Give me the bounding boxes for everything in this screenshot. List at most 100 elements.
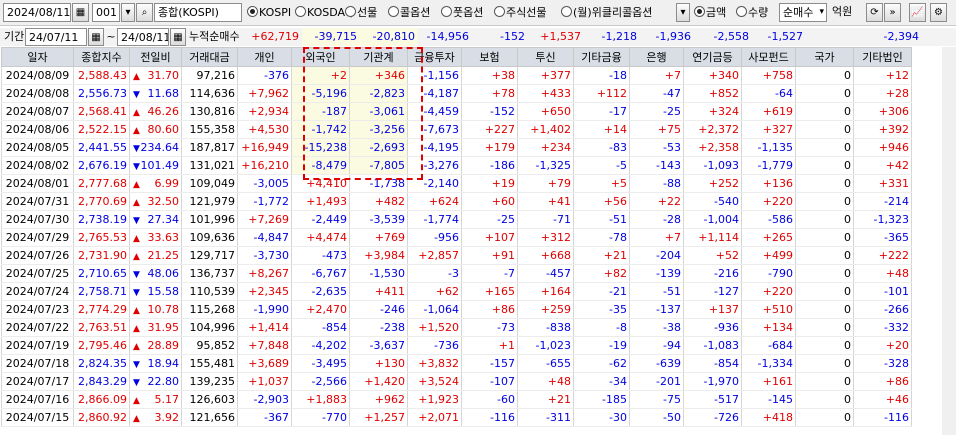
- cell-other-corp: +392: [853, 120, 912, 139]
- table-row[interactable]: 2024/07/30 2,738.19 ▼ 27.34 101,996 +7,269 -2,…: [1, 210, 912, 229]
- cell-volume: 115,268: [181, 300, 238, 319]
- cell-private-fund: +161: [741, 372, 796, 391]
- col-header-fin-invest[interactable]: 금융투자: [407, 47, 462, 67]
- table-row[interactable]: 2024/07/22 2,763.51 ▲ 31.95 104,996 +1,414 -85…: [1, 318, 912, 337]
- chevron-down-icon[interactable]: ▾: [121, 3, 135, 22]
- table-row[interactable]: 2024/07/31 2,770.69 ▲ 32.50 121,979 -1,772 +1,…: [1, 192, 912, 211]
- cell-other-corp: +20: [853, 336, 912, 355]
- col-header-index[interactable]: 종합지수: [73, 47, 130, 67]
- table-row[interactable]: 2024/08/08 2,556.73 ▼ 11.68 114,636 +7,962 -5,…: [1, 84, 912, 103]
- col-header-date[interactable]: 일자: [1, 47, 74, 67]
- cell-foreign: -5,196: [291, 84, 350, 103]
- col-header-volume[interactable]: 거래대금: [181, 47, 238, 67]
- table-row[interactable]: 2024/07/24 2,758.71 ▼ 15.58 110,539 +2,345 -2,…: [1, 282, 912, 301]
- cell-change: ▲ 3.92: [129, 408, 182, 427]
- cell-institution: -2,693: [349, 138, 408, 157]
- cell-pension: -540: [683, 192, 742, 211]
- cell-individual: -1,990: [237, 300, 292, 319]
- scrollbar[interactable]: [942, 47, 956, 435]
- table-row[interactable]: 2024/07/19 2,795.46 ▲ 28.89 95,852 +7,848 -4,2…: [1, 336, 912, 355]
- calendar-icon[interactable]: ▦: [72, 3, 89, 22]
- next-icon[interactable]: »: [884, 3, 901, 22]
- col-header-other-corp[interactable]: 기타법인: [853, 47, 912, 67]
- period-to-input[interactable]: 24/08/11: [117, 28, 169, 46]
- table-row[interactable]: 2024/07/25 2,710.65 ▼ 48.06 136,737 +8,267 -6,…: [1, 264, 912, 283]
- cell-change: ▼ 48.06: [129, 264, 182, 283]
- col-header-institution[interactable]: 기관계: [349, 47, 408, 67]
- market-radio-stock-futures[interactable]: 주식선물: [494, 5, 546, 20]
- chart-icon[interactable]: 📈: [909, 3, 926, 22]
- cell-bank: -53: [629, 138, 684, 157]
- cell-nation: 0: [795, 246, 854, 265]
- col-header-other-fin[interactable]: 기타금융: [573, 47, 630, 67]
- col-header-nation[interactable]: 국가: [795, 47, 854, 67]
- cell-bank: -143: [629, 156, 684, 175]
- cell-trust: +48: [517, 372, 574, 391]
- cell-institution: -3,061: [349, 102, 408, 121]
- cell-private-fund: -790: [741, 264, 796, 283]
- cell-insurance: +1: [461, 336, 518, 355]
- table-row[interactable]: 2024/08/06 2,522.15 ▲ 80.60 155,358 +4,530 -1,…: [1, 120, 912, 139]
- cell-bank: -137: [629, 300, 684, 319]
- cell-index: 2,774.29: [73, 300, 130, 319]
- table-row[interactable]: 2024/08/07 2,568.41 ▲ 46.26 130,816 +2,934 -18…: [1, 102, 912, 121]
- col-header-pension[interactable]: 연기금등: [683, 47, 742, 67]
- cell-insurance: -152: [461, 102, 518, 121]
- unit-radio-amount[interactable]: 금액: [694, 5, 726, 20]
- market-radio-weekly-call[interactable]: (월)위클리콜옵션: [561, 5, 652, 20]
- table-row[interactable]: 2024/08/05 2,441.55 ▼ 234.64 187,817 +16,949-…: [1, 138, 912, 157]
- cell-index: 2,556.73: [73, 84, 130, 103]
- table-row[interactable]: 2024/08/09 2,588.43 ▲ 31.70 97,216 -376 +2 +346…: [1, 66, 912, 85]
- cell-foreign: +2: [291, 66, 350, 85]
- table-row[interactable]: 2024/07/17 2,843.29 ▼ 22.80 139,235 +1,037 -2,…: [1, 372, 912, 391]
- col-header-individual[interactable]: 개인: [237, 47, 292, 67]
- search-icon[interactable]: ⌕: [136, 3, 153, 22]
- cell-index: 2,568.41: [73, 102, 130, 121]
- cell-insurance: -157: [461, 354, 518, 373]
- cell-other-corp: -365: [853, 228, 912, 247]
- calendar-icon[interactable]: ▦: [170, 28, 186, 46]
- cell-individual: -367: [237, 408, 292, 427]
- col-header-trust[interactable]: 투신: [517, 47, 574, 67]
- table-row[interactable]: 2024/07/18 2,824.35 ▼ 18.94 155,481 +3,689 -3,…: [1, 354, 912, 373]
- period-bar: 기간 24/07/11 ▦ ~ 24/08/11 ▦ 누적순매수 +62,719…: [0, 28, 956, 46]
- cell-nation: 0: [795, 156, 854, 175]
- table-row[interactable]: 2024/07/26 2,731.90 ▲ 21.25 129,717 -3,730 -47…: [1, 246, 912, 265]
- cell-trust: +668: [517, 246, 574, 265]
- chevron-down-icon[interactable]: ▾: [676, 3, 690, 22]
- table-row[interactable]: 2024/07/23 2,774.29 ▲ 10.78 115,268 -1,990 +2,…: [1, 300, 912, 319]
- calendar-icon[interactable]: ▦: [88, 28, 104, 46]
- market-radio-kospi[interactable]: KOSPI: [247, 5, 291, 20]
- settings-icon[interactable]: ⚙: [930, 3, 947, 22]
- table-row[interactable]: 2024/08/01 2,777.68 ▲ 6.99 109,049 -3,005 +4,4…: [1, 174, 912, 193]
- table-row[interactable]: 2024/08/02 2,676.19 ▼ 101.49 131,021 +16,210-…: [1, 156, 912, 175]
- refresh-icon[interactable]: ⟳: [866, 3, 883, 22]
- cell-foreign: -2,635: [291, 282, 350, 301]
- col-header-private-fund[interactable]: 사모펀드: [741, 47, 796, 67]
- col-header-insurance[interactable]: 보험: [461, 47, 518, 67]
- cell-insurance: +227: [461, 120, 518, 139]
- cell-volume: 136,737: [181, 264, 238, 283]
- table-row[interactable]: 2024/07/16 2,866.09 ▲ 5.17 126,603 -2,903 +1,8…: [1, 390, 912, 409]
- code-input[interactable]: 001: [92, 3, 120, 22]
- period-from-input[interactable]: 24/07/11: [25, 28, 87, 46]
- cell-institution: -238: [349, 318, 408, 337]
- col-header-foreign[interactable]: 외국인: [291, 47, 350, 67]
- date-input[interactable]: 2024/08/11: [3, 3, 71, 22]
- col-header-bank[interactable]: 은행: [629, 47, 684, 67]
- unit-radio-quantity[interactable]: 수량: [736, 5, 768, 20]
- market-radio-call[interactable]: 콜옵션: [388, 5, 430, 20]
- cell-institution: -7,805: [349, 156, 408, 175]
- market-radio-put[interactable]: 풋옵션: [441, 5, 483, 20]
- mode-select[interactable]: 순매수 ▾: [779, 3, 827, 22]
- cell-index: 2,441.55: [73, 138, 130, 157]
- cell-trust: +650: [517, 102, 574, 121]
- unit-label: 억원: [832, 5, 853, 18]
- table-row[interactable]: 2024/07/15 2,860.92 ▲ 3.92 121,656 -367 -770 +1…: [1, 408, 912, 427]
- market-radio-futures[interactable]: 선물: [345, 5, 377, 20]
- table-row[interactable]: 2024/07/29 2,765.53 ▲ 33.63 109,636 -4,847 +4,…: [1, 228, 912, 247]
- col-header-change[interactable]: 전일비: [129, 47, 182, 67]
- cell-fin-invest: -4,187: [407, 84, 462, 103]
- change-value: 15.58: [147, 285, 180, 298]
- cell-individual: +3,689: [237, 354, 292, 373]
